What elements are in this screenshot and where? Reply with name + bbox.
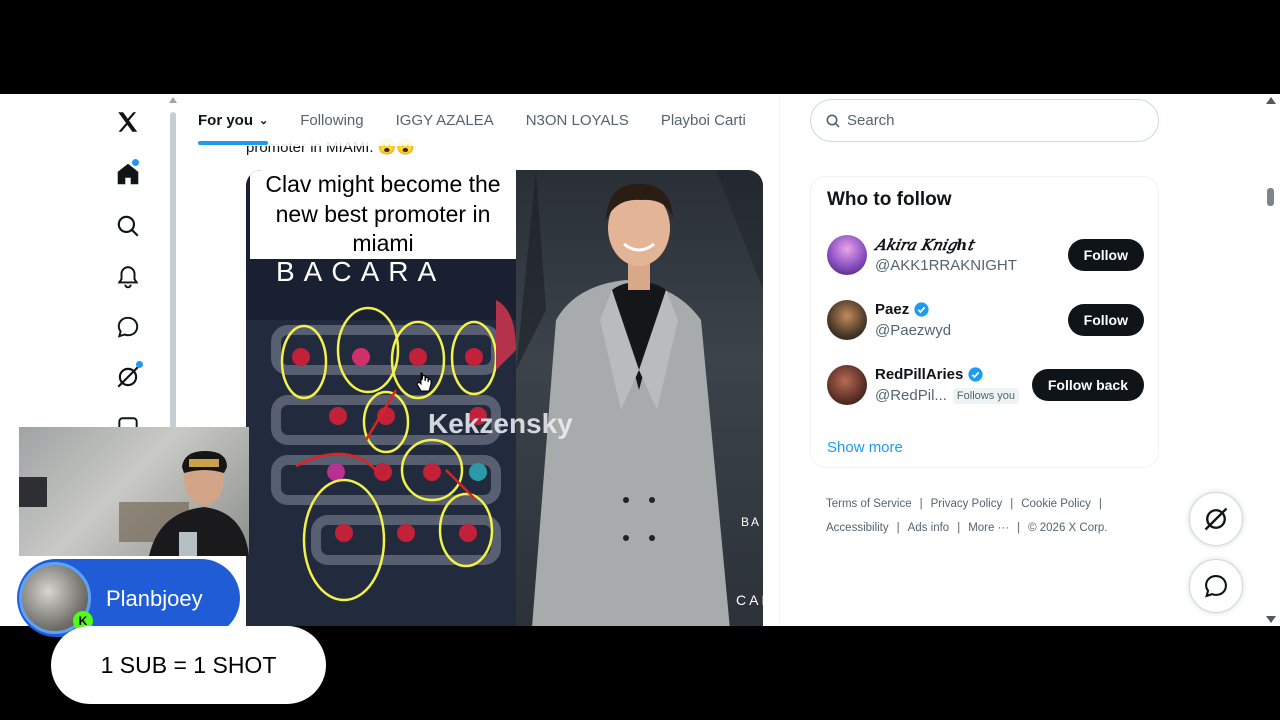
tab-label: N3ON LOYALS xyxy=(525,111,629,129)
stream-banner: 1 SUB = 1 SHOT xyxy=(51,626,326,704)
home-icon[interactable] xyxy=(112,158,144,190)
tab-label: Playboi Carti xyxy=(660,111,746,129)
follows-you-badge: Follows you xyxy=(952,387,1019,404)
timeline: For you ⌄ Following IGGY AZALEA N3ON LOY… xyxy=(180,94,780,626)
scroll-thumb[interactable] xyxy=(1267,188,1274,206)
messages-icon-svg xyxy=(117,316,139,338)
x-logo-icon-svg xyxy=(118,112,138,132)
webcam-feed-image xyxy=(19,451,249,556)
tab-label: Following xyxy=(300,111,364,129)
mouse-cursor-icon xyxy=(416,372,432,392)
tab-for-you[interactable]: For you ⌄ xyxy=(198,94,269,146)
avatar[interactable] xyxy=(827,235,867,275)
page-scrollbar[interactable] xyxy=(1264,94,1278,626)
chevron-down-icon: ⌄ xyxy=(259,114,269,127)
show-more-link[interactable]: Show more xyxy=(827,439,903,456)
person-figure-drawing xyxy=(516,170,763,626)
follow-button[interactable]: Follow xyxy=(1067,304,1144,336)
who-to-follow-title: Who to follow xyxy=(827,189,952,210)
x-logo-icon[interactable] xyxy=(112,106,144,138)
footer-separator: | xyxy=(919,498,923,510)
footer-line-2: Accessibility | Ads info | More ··· | © 2026 X… xyxy=(826,516,1146,540)
footer-separator: | xyxy=(1098,498,1102,510)
scroll-up-arrow-icon[interactable] xyxy=(1266,97,1276,104)
accessibility-link[interactable]: Accessibility xyxy=(826,522,889,534)
media-sign-right: CARA xyxy=(736,592,763,608)
suggested-user[interactable]: 𝐴𝑘𝑖𝑟𝑎 𝐾𝑛𝑖𝑔ℎ𝑡 @AKK1RRAKNIGHT Follow xyxy=(827,235,1144,279)
suggested-user[interactable]: Paez @Paezwyd Follow xyxy=(827,300,1144,344)
search-icon[interactable] xyxy=(112,210,144,242)
user-name: 𝐴𝑘𝑖𝑟𝑎 𝐾𝑛𝑖𝑔ℎ𝑡 xyxy=(875,236,973,254)
media-caption: Clav might become the new best promoter … xyxy=(250,170,516,259)
cookie-link[interactable]: Cookie Policy xyxy=(1021,498,1091,510)
scroll-thumb[interactable] xyxy=(170,112,176,432)
tab-n3on-loyals[interactable]: N3ON LOYALS xyxy=(526,94,629,146)
ads-info-link[interactable]: Ads info xyxy=(908,522,950,534)
more-link[interactable]: More ··· xyxy=(968,522,1009,534)
messages-icon[interactable] xyxy=(112,311,144,343)
footer-links: Terms of Service | Privacy Policy | Cookie P… xyxy=(826,492,1146,540)
media-watermark: Kekzensky xyxy=(428,408,573,439)
search-icon xyxy=(826,114,840,128)
verified-badge-icon xyxy=(914,302,929,317)
user-handle-text: @RedPil... xyxy=(875,387,947,404)
search-box[interactable] xyxy=(810,99,1159,142)
streamer-name: Planbjoey xyxy=(106,586,203,611)
footer-separator: | xyxy=(957,522,961,534)
grok-notification-dot xyxy=(136,361,143,368)
media-left-panel: Clav might become the new best promoter … xyxy=(246,170,516,626)
user-handle-text: @Paezwyd xyxy=(875,322,952,339)
footer-separator: | xyxy=(896,522,900,534)
post-media[interactable]: Clav might become the new best promoter … xyxy=(246,170,763,626)
avatar[interactable] xyxy=(827,300,867,340)
who-to-follow: Who to follow 𝐴𝑘𝑖𝑟𝑎 𝐾𝑛𝑖𝑔ℎ𝑡 @AKK1RRAKNIGH… xyxy=(810,176,1159,468)
bell-icon[interactable] xyxy=(112,261,144,293)
user-name: Paez xyxy=(875,301,930,318)
copyright: © 2026 X Corp. xyxy=(1028,522,1108,534)
messages-floating-button[interactable] xyxy=(1189,559,1243,613)
follow-back-button[interactable]: Follow back xyxy=(1031,369,1144,401)
grok-floating-button[interactable] xyxy=(1189,492,1243,546)
avatar[interactable] xyxy=(827,365,867,405)
media-sign-right-upper: BA xyxy=(741,515,762,529)
footer-separator: | xyxy=(1010,498,1014,510)
grok-icon[interactable] xyxy=(112,361,144,393)
grok-icon xyxy=(1204,507,1228,531)
suggested-user[interactable]: RedPillAries @RedPil... Follows you Foll… xyxy=(827,365,1144,409)
user-name-text: 𝐴𝑘𝑖𝑟𝑎 𝐾𝑛𝑖𝑔ℎ𝑡 xyxy=(875,236,974,254)
home-notification-dot xyxy=(132,159,139,166)
user-handle-text: @AKK1RRAKNIGHT xyxy=(875,257,1017,274)
tab-playboi-carti[interactable]: Playboi Carti xyxy=(661,94,746,146)
messages-icon xyxy=(1205,575,1227,598)
tab-label: For you xyxy=(198,111,253,129)
search-icon-svg xyxy=(117,215,139,237)
media-right-panel: BA CARA xyxy=(516,170,763,626)
user-handle: @AKK1RRAKNIGHT xyxy=(875,257,1017,274)
scroll-up-arrow-icon[interactable] xyxy=(169,97,177,103)
follow-button[interactable]: Follow xyxy=(1067,239,1144,271)
scroll-down-arrow-icon[interactable] xyxy=(1266,616,1276,623)
webcam-overlay xyxy=(19,427,249,556)
user-name-text: RedPillAries xyxy=(875,366,964,383)
tab-following[interactable]: Following xyxy=(300,94,363,146)
user-handle: @RedPil... Follows you xyxy=(875,387,1019,404)
user-name-text: Paez xyxy=(875,301,910,318)
grok-icon-svg xyxy=(117,366,139,388)
user-name: RedPillAries xyxy=(875,366,984,383)
tab-label: IGGY AZALEA xyxy=(395,111,494,129)
privacy-link[interactable]: Privacy Policy xyxy=(931,498,1003,510)
tab-iggy-azalea[interactable]: IGGY AZALEA xyxy=(396,94,494,146)
verified-badge-icon xyxy=(968,367,983,382)
bell-icon-svg xyxy=(117,266,139,289)
timeline-tabs: For you ⌄ Following IGGY AZALEA N3ON LOY… xyxy=(180,94,779,146)
footer-separator: | xyxy=(1017,522,1021,534)
footer-line-1: Terms of Service | Privacy Policy | Cookie P… xyxy=(826,492,1146,516)
media-sign-left: BACARA xyxy=(276,256,446,287)
search-input[interactable] xyxy=(847,112,1127,129)
terms-link[interactable]: Terms of Service xyxy=(826,498,912,510)
right-sidebar: Who to follow 𝐴𝑘𝑖𝑟𝑎 𝐾𝑛𝑖𝑔ℎ𝑡 @AKK1RRAKNIGH… xyxy=(810,94,1160,626)
user-handle: @Paezwyd xyxy=(875,322,951,339)
